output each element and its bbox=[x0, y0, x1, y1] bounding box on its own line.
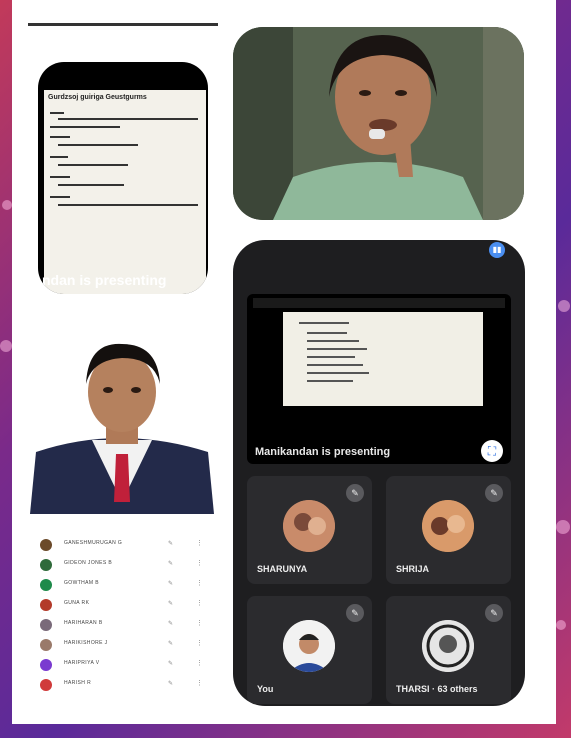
list-item[interactable]: GIDEON JONES B ✎ ⋮ bbox=[34, 555, 214, 575]
doc-text-line bbox=[307, 372, 369, 374]
slide-text-line bbox=[50, 196, 70, 198]
slide-presenting-caption: ndan is presenting bbox=[42, 272, 167, 288]
avatar bbox=[283, 500, 335, 552]
mic-off-icon: ✎ bbox=[346, 484, 364, 502]
slide-text-line bbox=[58, 204, 198, 206]
fullscreen-icon[interactable]: ⛶ bbox=[481, 440, 503, 462]
participant-name: GOWTHAM B bbox=[64, 580, 99, 586]
more-vert-icon[interactable]: ⋮ bbox=[196, 539, 203, 547]
mic-off-icon: ✎ bbox=[168, 621, 174, 627]
participant-tile[interactable]: ✎ SHRIJA bbox=[386, 476, 511, 584]
mic-off-icon: ✎ bbox=[168, 561, 174, 567]
participant-video-feed bbox=[233, 27, 524, 220]
avatar bbox=[40, 639, 52, 651]
slide-text-line bbox=[50, 156, 68, 158]
participant-tile[interactable]: ✎ SHARUNYA bbox=[247, 476, 372, 584]
presenting-label: Manikandan is presenting bbox=[255, 446, 391, 458]
avatar bbox=[283, 620, 335, 672]
more-vert-icon[interactable]: ⋮ bbox=[196, 599, 203, 607]
doc-text-line bbox=[299, 322, 349, 324]
mic-off-icon: ✎ bbox=[168, 581, 174, 587]
participant-name: GANESHMURUGAN G bbox=[64, 540, 123, 546]
doc-text-line bbox=[307, 340, 359, 342]
list-item[interactable]: HARISH R ✎ ⋮ bbox=[34, 675, 214, 695]
mic-off-icon: ✎ bbox=[485, 484, 503, 502]
participant-name: GIDEON JONES B bbox=[64, 560, 113, 566]
avatar bbox=[40, 659, 52, 671]
more-vert-icon[interactable]: ⋮ bbox=[196, 619, 203, 627]
mic-off-icon: ✎ bbox=[346, 604, 364, 622]
participant-name: You bbox=[257, 684, 274, 694]
bokeh-dot bbox=[0, 340, 12, 352]
shared-document bbox=[283, 312, 483, 406]
slide-text-line bbox=[50, 112, 64, 114]
more-vert-icon[interactable]: ⋮ bbox=[196, 579, 203, 587]
list-item[interactable]: HARIPRIYA V ✎ ⋮ bbox=[34, 655, 214, 675]
avatar bbox=[422, 500, 474, 552]
slide-text-line bbox=[58, 118, 198, 120]
bokeh-dot bbox=[556, 520, 570, 534]
doc-text-line bbox=[307, 356, 355, 358]
participant-name: GUNA RK bbox=[64, 600, 90, 606]
portrait-image bbox=[30, 343, 214, 514]
participant-name: HARIKISHORE J bbox=[64, 640, 108, 646]
participant-name: THARSI · 63 others bbox=[396, 684, 478, 694]
list-item[interactable]: HARIHARAN B ✎ ⋮ bbox=[34, 615, 214, 635]
slide-text-line bbox=[50, 126, 120, 128]
participant-name: HARIHARAN B bbox=[64, 620, 103, 626]
slide-text-line bbox=[58, 164, 128, 166]
participant-name: SHARUNYA bbox=[257, 564, 308, 574]
bokeh-dot bbox=[556, 620, 566, 630]
avatar bbox=[422, 620, 474, 672]
more-vert-icon[interactable]: ⋮ bbox=[196, 559, 203, 567]
more-vert-icon[interactable]: ⋮ bbox=[196, 659, 203, 667]
avatar bbox=[40, 599, 52, 611]
slide-text-line bbox=[58, 144, 138, 146]
more-vert-icon[interactable]: ⋮ bbox=[196, 679, 203, 687]
doc-text-line bbox=[307, 332, 347, 334]
avatar bbox=[40, 679, 52, 691]
pin-icon[interactable]: ▮▮ bbox=[489, 242, 505, 258]
mic-off-icon: ✎ bbox=[168, 601, 174, 607]
list-item[interactable]: GANESHMURUGAN G ✎ ⋮ bbox=[34, 535, 214, 555]
share-toolbar bbox=[253, 298, 505, 308]
list-item[interactable]: GOWTHAM B ✎ ⋮ bbox=[34, 575, 214, 595]
meeting-phone-screen: ▮▮ Manikandan is presenting ⛶ ✎ SHARUNYA… bbox=[233, 240, 525, 706]
slide-text-line bbox=[50, 176, 70, 178]
doc-text-line bbox=[307, 364, 363, 366]
slide-text-line bbox=[58, 184, 124, 186]
participant-name: HARISH R bbox=[64, 680, 92, 686]
mic-off-icon: ✎ bbox=[485, 604, 503, 622]
list-item[interactable]: HARIKISHORE J ✎ ⋮ bbox=[34, 635, 214, 655]
more-vert-icon[interactable]: ⋮ bbox=[196, 639, 203, 647]
avatar bbox=[40, 579, 52, 591]
doc-text-line bbox=[307, 348, 367, 350]
slide-title: Gurdzsoj guiriga Geustgurms bbox=[48, 94, 147, 101]
participant-name: SHRIJA bbox=[396, 564, 430, 574]
slide-body: Gurdzsoj guiriga Geustgurms bbox=[44, 90, 206, 294]
mic-off-icon: ✎ bbox=[168, 661, 174, 667]
participant-tile[interactable]: ✎ You bbox=[247, 596, 372, 704]
list-item[interactable]: GUNA RK ✎ ⋮ bbox=[34, 595, 214, 615]
video-frame bbox=[233, 27, 524, 220]
student-portrait bbox=[30, 332, 214, 514]
avatar bbox=[40, 559, 52, 571]
screen-share-view[interactable]: Manikandan is presenting ⛶ bbox=[247, 294, 511, 464]
slide-text-line bbox=[50, 136, 70, 138]
top-divider bbox=[28, 23, 218, 26]
participant-tile[interactable]: ✎ THARSI · 63 others bbox=[386, 596, 511, 704]
participant-name: HARIPRIYA V bbox=[64, 660, 100, 666]
mic-off-icon: ✎ bbox=[168, 641, 174, 647]
bokeh-dot bbox=[558, 300, 570, 312]
avatar bbox=[40, 619, 52, 631]
doc-text-line bbox=[307, 380, 353, 382]
mic-off-icon: ✎ bbox=[168, 541, 174, 547]
avatar bbox=[40, 539, 52, 551]
mic-off-icon: ✎ bbox=[168, 681, 174, 687]
participant-list: GANESHMURUGAN G ✎ ⋮ GIDEON JONES B ✎ ⋮ G… bbox=[34, 535, 214, 695]
bokeh-dot bbox=[2, 200, 12, 210]
slide-preview-card: Gurdzsoj guiriga Geustgurms ndan is pres… bbox=[38, 62, 208, 294]
